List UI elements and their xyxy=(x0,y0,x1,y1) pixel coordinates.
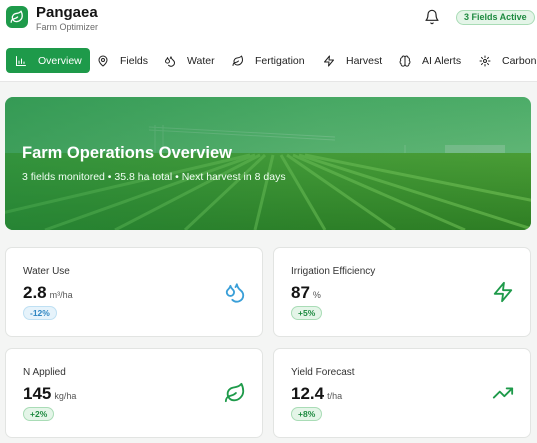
lightning-icon xyxy=(493,281,513,303)
crop-field-image xyxy=(5,97,531,230)
bar-chart-icon xyxy=(16,55,26,66)
tab-label: Fields xyxy=(120,54,149,67)
metric-card-yield-forecast[interactable]: Yield Forecast 12.4 t/ha +8% xyxy=(273,348,531,438)
metric-unit: % xyxy=(312,290,321,300)
tab-overview[interactable]: Overview xyxy=(6,48,90,73)
metric-label: Irrigation Efficiency xyxy=(291,266,376,277)
logo[interactable] xyxy=(6,6,28,28)
app-name: Pangaea xyxy=(36,4,98,21)
trending-up-icon xyxy=(492,387,514,399)
metric-change-badge: +8% xyxy=(291,407,323,421)
hero-subtitle: 3 fields monitored • 35.8 ha total • Nex… xyxy=(22,171,286,183)
lightning-icon xyxy=(324,55,334,66)
hero-banner: Farm Operations Overview 3 fields monito… xyxy=(5,97,531,230)
tab-fertigation[interactable]: Fertigation xyxy=(232,48,305,73)
metric-change-badge: +5% xyxy=(291,306,323,320)
tab-label: Overview xyxy=(38,54,82,67)
tab-fields[interactable]: Fields xyxy=(97,48,148,73)
droplets-icon xyxy=(225,283,245,303)
tab-label: Harvest xyxy=(346,54,383,67)
main-nav: Overview Fields Water Fertigation Harves… xyxy=(0,39,537,82)
tab-label: AI Alerts xyxy=(422,54,462,67)
app-header: Pangaea Farm Optimizer 3 Fields Active xyxy=(0,0,537,39)
tab-label: Fertigation xyxy=(255,54,305,67)
metric-label: N Applied xyxy=(23,367,66,378)
metric-number: 2.8 xyxy=(23,283,47,302)
tab-ai-alerts[interactable]: AI Alerts xyxy=(399,48,461,73)
metric-value: 87% xyxy=(291,283,321,303)
leaf-icon xyxy=(224,382,245,403)
metric-label: Water Use xyxy=(23,266,70,277)
metric-card-irrigation-efficiency[interactable]: Irrigation Efficiency 87% +5% xyxy=(273,247,531,337)
leaf-icon xyxy=(10,10,23,23)
metric-number: 12.4 xyxy=(291,384,325,403)
metric-unit: kg/ha xyxy=(54,391,77,401)
metric-card-water-use[interactable]: Water Use 2.8 m³/ha -12% xyxy=(5,247,263,337)
metric-value: 12.4 t/ha xyxy=(291,384,342,404)
gear-icon xyxy=(479,55,491,66)
leaf-icon xyxy=(232,55,243,66)
tab-carbon[interactable]: Carbon xyxy=(479,48,536,73)
tab-label: Water xyxy=(187,54,215,67)
brain-icon xyxy=(399,55,411,67)
tab-harvest[interactable]: Harvest xyxy=(323,48,382,73)
metric-number: 145 xyxy=(23,384,52,403)
tab-label: Carbon xyxy=(502,54,537,67)
fields-active-badge: 3 Fields Active xyxy=(456,10,535,25)
tab-water[interactable]: Water xyxy=(164,48,215,73)
metric-number: 87 xyxy=(291,283,310,302)
app-subtitle: Farm Optimizer xyxy=(36,22,99,32)
metric-card-n-applied[interactable]: N Applied 145 kg/ha +2% xyxy=(5,348,263,438)
metric-unit: m³/ha xyxy=(49,290,73,300)
droplets-icon xyxy=(165,55,175,67)
map-pin-icon xyxy=(98,55,108,66)
metric-change-badge: -12% xyxy=(23,306,57,320)
bell-icon[interactable] xyxy=(424,9,440,25)
metric-change-badge: +2% xyxy=(23,407,55,421)
metric-unit: t/ha xyxy=(327,391,343,401)
metric-label: Yield Forecast xyxy=(291,367,355,378)
metric-value: 145 kg/ha xyxy=(23,384,76,404)
hero-title: Farm Operations Overview xyxy=(22,144,232,162)
metric-value: 2.8 m³/ha xyxy=(23,283,73,303)
